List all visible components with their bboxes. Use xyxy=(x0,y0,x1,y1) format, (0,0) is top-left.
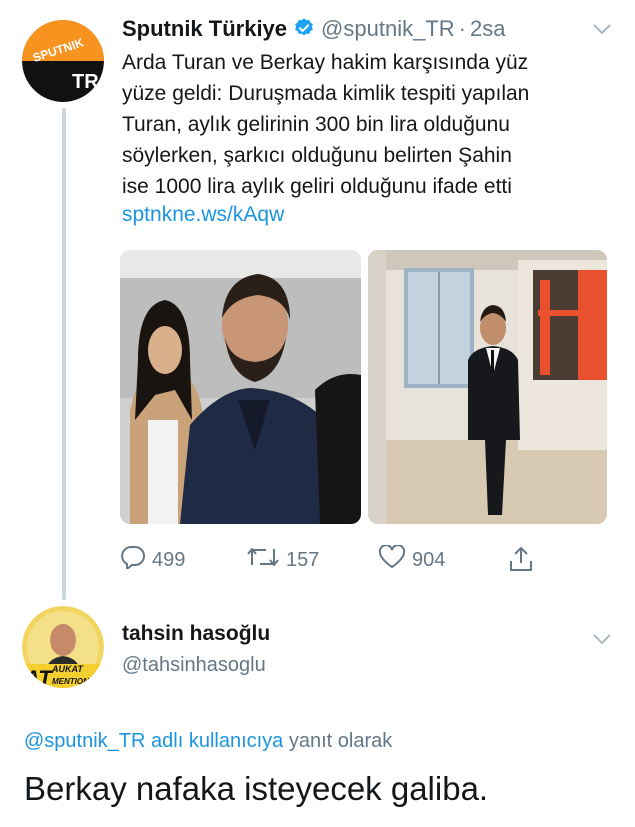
tweet-header: Sputnik Türkiye @sputnik_TR · 2sa xyxy=(122,16,505,45)
tweet-photo-1[interactable] xyxy=(120,250,361,524)
tweet-link[interactable]: sptnkne.ws/kAqw xyxy=(122,203,284,227)
author-name[interactable]: Sputnik Türkiye xyxy=(122,16,287,41)
reply-icon xyxy=(120,545,146,575)
tweet-text-line: Turan, aylık gelirinin 300 bin lira oldu… xyxy=(122,113,510,136)
tweet-text-line: ise 1000 lira aylık geliri olduğunu ifad… xyxy=(122,175,512,198)
thread-line xyxy=(62,108,66,600)
reply-avatar[interactable]: AT AUKAT MENTION xyxy=(22,606,104,688)
share-icon xyxy=(508,545,534,579)
tweet-time[interactable]: 2sa xyxy=(470,16,505,41)
like-button[interactable]: 904 xyxy=(378,544,446,575)
avatar-badge-bottom: MENTION xyxy=(52,677,89,686)
avatar-badge-top: AUKAT xyxy=(51,664,84,674)
tweet-text: Arda Turan ve Berkay hakim karşısında yü… xyxy=(122,47,612,202)
retweet-button[interactable]: 157 xyxy=(246,545,319,575)
sputnik-avatar[interactable]: SPUTNIK TR xyxy=(22,20,104,102)
tweet-text-line: söylerken, şarkıcı olduğunu belirten Şah… xyxy=(122,144,512,167)
retweet-count: 157 xyxy=(286,548,320,571)
replying-to-suffix: yanıt olarak xyxy=(288,730,393,752)
replying-to: @sputnik_TR adlı kullanıcıya yanıt olara… xyxy=(24,730,392,753)
author-handle[interactable]: @sputnik_TR xyxy=(321,16,455,41)
reply-author-name[interactable]: tahsin hasoğlu xyxy=(122,622,270,646)
reply-button[interactable]: 499 xyxy=(120,545,185,575)
reply-author-handle[interactable]: @tahsinhasoglu xyxy=(122,654,266,677)
like-icon xyxy=(378,544,406,575)
replying-to-mention[interactable]: @sputnik_TR adlı kullanıcıya xyxy=(24,730,283,752)
reply-count: 499 xyxy=(152,548,186,571)
tweet-photo-2[interactable] xyxy=(368,250,607,524)
reply-text: Berkay nafaka isteyecek galiba. xyxy=(24,770,489,807)
avatar-badge-main: AT xyxy=(23,666,53,688)
retweet-icon xyxy=(246,545,280,575)
tweet-text-line: yüze geldi: Duruşmada kimlik tespiti yap… xyxy=(122,82,530,105)
separator: · xyxy=(458,16,466,41)
tweet-text-line: Arda Turan ve Berkay hakim karşısında yü… xyxy=(122,51,529,74)
chevron-down-icon[interactable] xyxy=(593,22,611,40)
chevron-down-icon[interactable] xyxy=(593,632,611,650)
share-button[interactable] xyxy=(508,545,534,579)
verified-badge-icon xyxy=(293,17,315,45)
avatar-logo-bottom: TR xyxy=(72,71,99,93)
like-count: 904 xyxy=(412,548,446,571)
